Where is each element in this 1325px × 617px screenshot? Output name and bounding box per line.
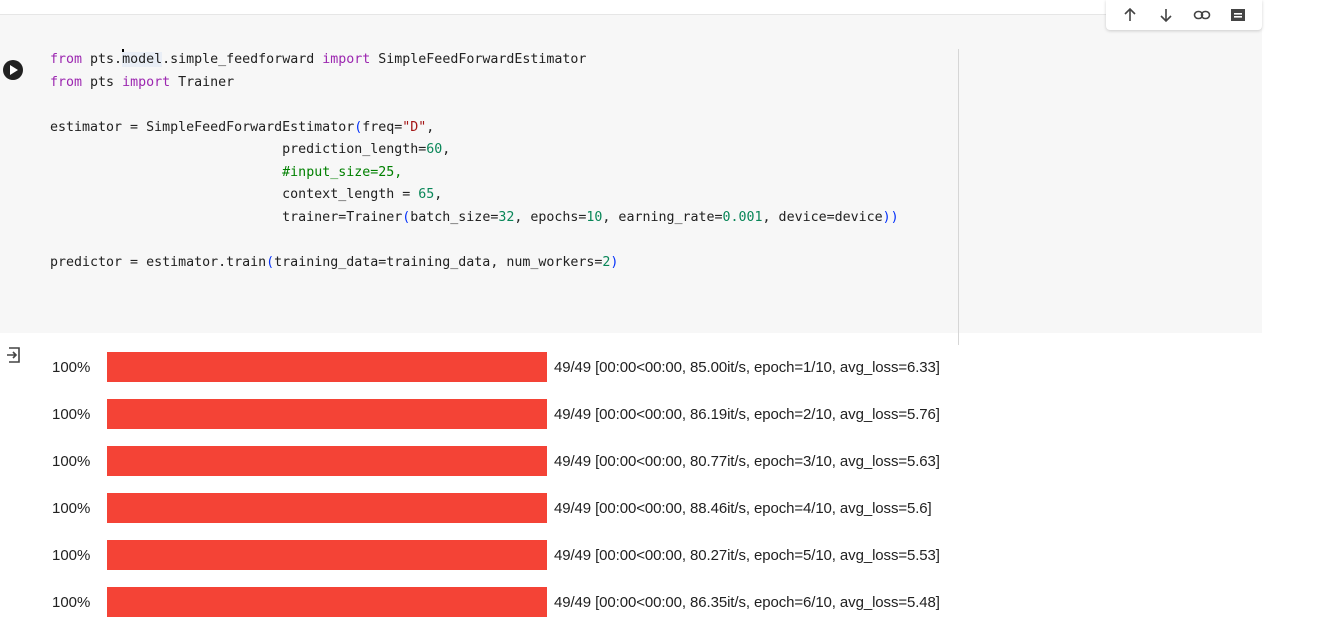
progress-row: 100% 49/49 [00:00<00:00, 86.35it/s, epoch… (52, 587, 1152, 617)
code-token: pts. (82, 52, 123, 67)
code-line: from pts.model.simple_feedforward import… (50, 49, 899, 72)
code-token: 32 (498, 209, 515, 225)
code-token: , (442, 142, 451, 157)
progress-row: 100% 49/49 [00:00<00:00, 80.77it/s, epoch… (52, 446, 1152, 476)
progress-percent: 100% (52, 546, 91, 564)
code-line: prediction_length=60, (50, 139, 899, 162)
progress-bar-fill (107, 540, 547, 570)
progress-bar (107, 587, 547, 617)
arrow-down-icon (1160, 9, 1172, 23)
copy-link-button[interactable] (1192, 5, 1212, 25)
comment-icon (1231, 9, 1245, 21)
code-token: odel (130, 52, 163, 67)
code-token: predictor = estimator.train (50, 254, 267, 270)
move-cell-up-button[interactable] (1120, 5, 1140, 25)
progress-info: 49/49 [00:00<00:00, 80.27it/s, epoch=5/1… (554, 546, 940, 564)
progress-bar-fill (107, 446, 547, 476)
progress-percent: 100% (52, 358, 91, 376)
code-token: pts (82, 74, 123, 90)
progress-percent: 100% (52, 593, 91, 611)
progress-bar-fill (107, 399, 547, 429)
code-token: )) (882, 209, 899, 225)
code-token: import (322, 52, 371, 67)
progress-percent: 100% (52, 499, 91, 517)
code-line: estimator = SimpleFeedForwardEstimator(f… (50, 117, 899, 140)
progress-bar-fill (107, 587, 547, 617)
progress-bar (107, 446, 547, 476)
code-cell[interactable]: from pts.model.simple_feedforward import… (0, 14, 1262, 345)
progress-info: 49/49 [00:00<00:00, 86.19it/s, epoch=2/1… (554, 405, 940, 423)
code-token: training_data=training_data, num_workers… (274, 254, 603, 270)
code-token: , earning_rate= (602, 209, 723, 225)
progress-percent: 100% (52, 452, 91, 470)
move-cell-down-button[interactable] (1156, 5, 1176, 25)
code-line: trainer=Trainer(batch_size=32, epochs=10… (50, 207, 899, 230)
code-token: 0.001 (722, 209, 763, 225)
code-token: context_length = (50, 187, 419, 202)
progress-bar-fill (107, 352, 547, 382)
code-line: #input_size=25, (50, 162, 899, 185)
code-token: .simple_feedforward (162, 52, 323, 67)
code-token: "D" (402, 119, 427, 135)
progress-bar (107, 493, 547, 523)
code-token: trainer=Trainer (50, 209, 403, 225)
code-token: Trainer (170, 74, 235, 90)
code-token: #input_size=25, (282, 164, 403, 180)
code-editor[interactable]: from pts.model.simple_feedforward import… (50, 49, 899, 274)
progress-info: 49/49 [00:00<00:00, 85.00it/s, epoch=1/1… (554, 358, 940, 376)
line-length-ruler (958, 49, 959, 345)
progress-info: 49/49 [00:00<00:00, 80.77it/s, epoch=3/1… (554, 452, 940, 470)
code-token: freq= (362, 119, 403, 135)
progress-bar (107, 399, 547, 429)
code-token: import (122, 74, 171, 90)
output-redirect-icon (7, 347, 20, 363)
progress-bar (107, 352, 547, 382)
code-line: context_length = 65, (50, 184, 899, 207)
code-line: from pts import Trainer (50, 72, 899, 95)
progress-row: 100% 49/49 [00:00<00:00, 86.19it/s, epoch… (52, 399, 1152, 429)
code-token: ( (266, 254, 275, 270)
progress-info: 49/49 [00:00<00:00, 88.46it/s, epoch=4/1… (554, 499, 932, 517)
progress-bar-fill (107, 493, 547, 523)
code-token: , (426, 119, 435, 135)
code-token: 60 (426, 142, 443, 157)
run-cell-button[interactable] (2, 59, 24, 81)
play-icon (3, 60, 23, 80)
progress-bar (107, 540, 547, 570)
cell-toolbar (1106, 0, 1262, 30)
progress-percent: 100% (52, 405, 91, 423)
code-token: 10 (586, 209, 603, 225)
code-token: 65 (418, 187, 435, 202)
code-token: , (434, 187, 443, 202)
code-token: prediction_length= (50, 142, 427, 157)
add-comment-button[interactable] (1228, 5, 1248, 25)
progress-row: 100% 49/49 [00:00<00:00, 85.00it/s, epoch… (52, 352, 1152, 382)
code-token: , epochs= (514, 209, 587, 225)
progress-row: 100% 49/49 [00:00<00:00, 80.27it/s, epoch… (52, 540, 1152, 570)
progress-info: 49/49 [00:00<00:00, 86.35it/s, epoch=6/1… (554, 593, 940, 611)
progress-row: 100% 49/49 [00:00<00:00, 88.46it/s, epoch… (52, 493, 1152, 523)
code-token: estimator = SimpleFeedForwardEstimator (50, 119, 355, 135)
link-icon (1193, 10, 1211, 20)
arrow-up-icon (1124, 7, 1136, 21)
output-actions-button[interactable] (6, 346, 22, 364)
code-token: , device=device (762, 209, 883, 225)
code-token: from (50, 52, 83, 67)
code-line: predictor = estimator.train(training_dat… (50, 252, 899, 275)
code-token: m (122, 52, 131, 67)
code-token: SimpleFeedForwardEstimator (370, 52, 587, 67)
code-token: ) (610, 254, 619, 270)
code-token: batch_size= (410, 209, 499, 225)
code-token: from (50, 74, 83, 90)
